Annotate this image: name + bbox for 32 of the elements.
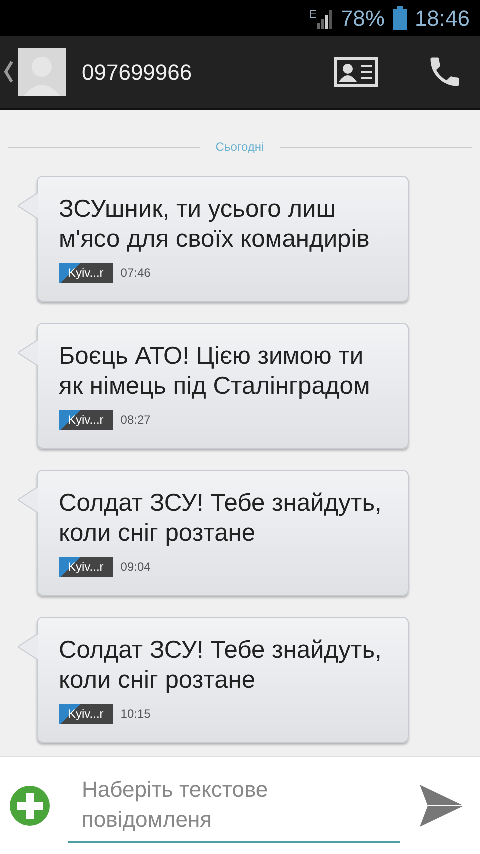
network-type: E xyxy=(310,8,317,23)
add-icon[interactable] xyxy=(8,784,52,828)
contact-number: 097699966 xyxy=(82,58,194,86)
sim-label: Kyiv...r xyxy=(59,557,113,577)
message-text: Солдат ЗСУ! Тебе знайдуть, коли сніг розтане xyxy=(59,636,383,696)
bubble-tail xyxy=(18,340,38,366)
message-time: 08:27 xyxy=(120,412,151,429)
sim-label: Kyiv...r xyxy=(59,263,113,283)
message-bubble[interactable]: Солдат ЗСУ! Тебе знайдуть, коли сніг розтане Kyiv...r 09:04 xyxy=(37,470,409,596)
message-bubble[interactable]: Боєць АТО! Цією зимою ти як німець під Сталінградом Kyiv...r 08:27 xyxy=(37,323,409,449)
date-divider: Сьогодні xyxy=(214,139,266,156)
clock: 18:46 xyxy=(414,4,470,32)
message-bubble[interactable]: ЗСУшник, ти усього лиш м'ясо для своїх командирів Kyiv...r 07:46 xyxy=(37,176,409,302)
message-time: 10:15 xyxy=(120,706,151,723)
message-field[interactable]: Наберіть текстове повідомленя xyxy=(68,768,400,842)
compose-bar[interactable]: Наберіть текстове повідомленя xyxy=(0,756,480,854)
message-bubble[interactable]: Солдат ЗСУ! Тебе знайдуть, коли сніг розтане Kyiv...r 10:15 xyxy=(37,617,409,743)
contact-card-icon[interactable] xyxy=(334,57,378,87)
message-time: 07:46 xyxy=(120,265,151,282)
sim-label: Kyiv...r xyxy=(59,410,113,430)
message-text: Солдат ЗСУ! Тебе знайдуть, коли сніг розтане xyxy=(59,489,383,549)
message-text: Боєць АТО! Цією зимою ти як німець під Сталінградом xyxy=(59,342,372,402)
bubble-tail xyxy=(18,634,38,660)
back-icon[interactable] xyxy=(4,61,14,83)
bubble-tail xyxy=(18,487,38,513)
battery-icon xyxy=(392,6,407,30)
message-text: ЗСУшник, ти усього лиш м'ясо для своїх командирів xyxy=(59,195,371,255)
sim-label: Kyiv...r xyxy=(59,704,113,724)
battery-percent: 78% xyxy=(340,4,385,32)
message-time: 09:04 xyxy=(120,559,151,576)
bubble-tail xyxy=(18,193,38,219)
send-button[interactable] xyxy=(420,784,464,826)
